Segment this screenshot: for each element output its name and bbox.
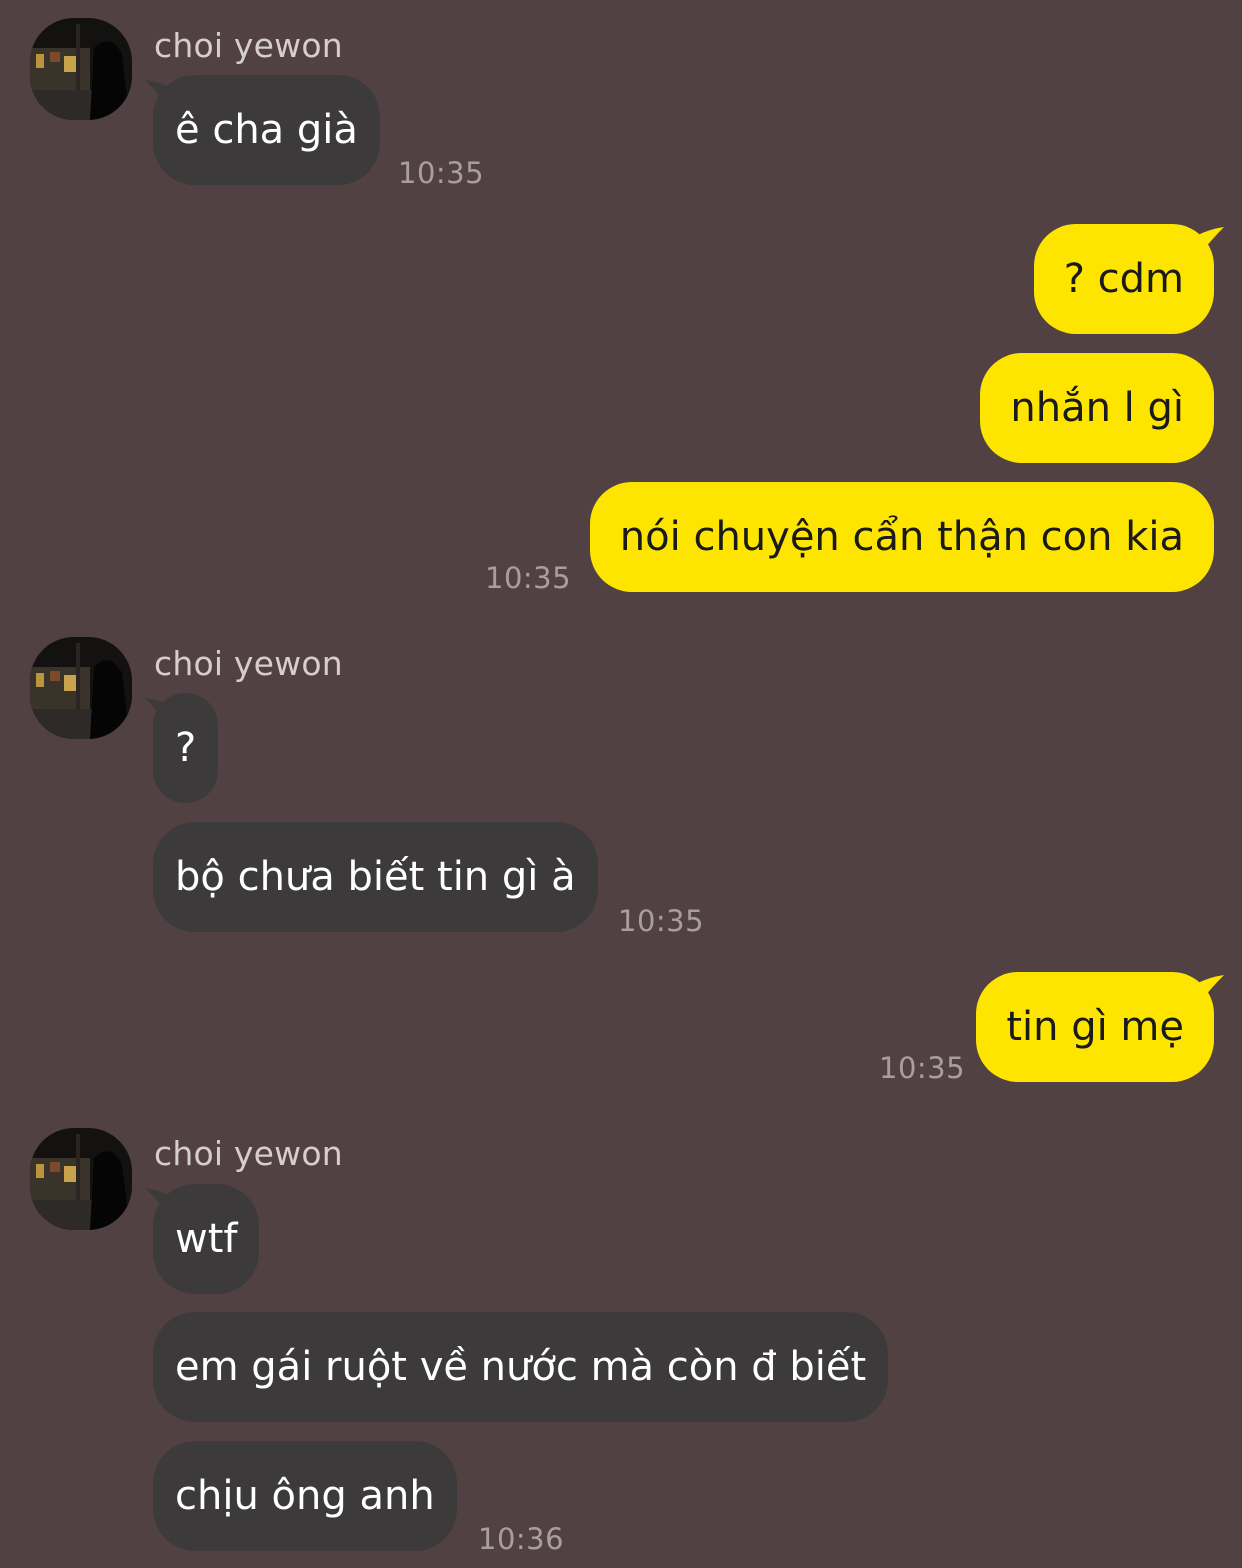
message-bubble-outgoing[interactable]: nói chuyện cẩn thận con kia [589, 482, 1214, 592]
message-bubble-incoming[interactable]: ê cha già [153, 75, 380, 185]
sender-name: choi yewon [154, 26, 343, 65]
sender-name: choi yewon [154, 1134, 343, 1173]
contact-avatar[interactable] [30, 1128, 132, 1230]
message-bubble-outgoing[interactable]: nhắn l gì [980, 353, 1214, 463]
message-timestamp: 10:36 [478, 1522, 565, 1556]
message-bubble-incoming[interactable]: wtf [153, 1184, 260, 1294]
chat-view: choi yewon ê cha già 10:35 ? cdm nhắn l … [0, 0, 1242, 1568]
contact-avatar[interactable] [30, 637, 132, 739]
message-bubble-incoming[interactable]: bộ chưa biết tin gì à [153, 822, 598, 932]
message-timestamp: 10:35 [879, 1051, 966, 1085]
message-bubble-incoming[interactable]: em gái ruột về nước mà còn đ biết [153, 1312, 889, 1422]
message-timestamp: 10:35 [618, 904, 705, 938]
message-bubble-incoming[interactable]: chịu ông anh [153, 1441, 457, 1551]
message-bubble-outgoing[interactable]: ? cdm [1033, 224, 1214, 334]
message-bubble-incoming[interactable]: ? [153, 693, 219, 803]
avatar-photo-icon [30, 637, 132, 739]
message-timestamp: 10:35 [485, 561, 572, 595]
message-bubble-outgoing[interactable]: tin gì mẹ [976, 972, 1214, 1082]
sender-name: choi yewon [154, 644, 343, 683]
avatar-photo-icon [30, 18, 132, 120]
contact-avatar[interactable] [30, 18, 132, 120]
avatar-photo-icon [30, 1128, 132, 1230]
message-timestamp: 10:35 [398, 156, 485, 190]
